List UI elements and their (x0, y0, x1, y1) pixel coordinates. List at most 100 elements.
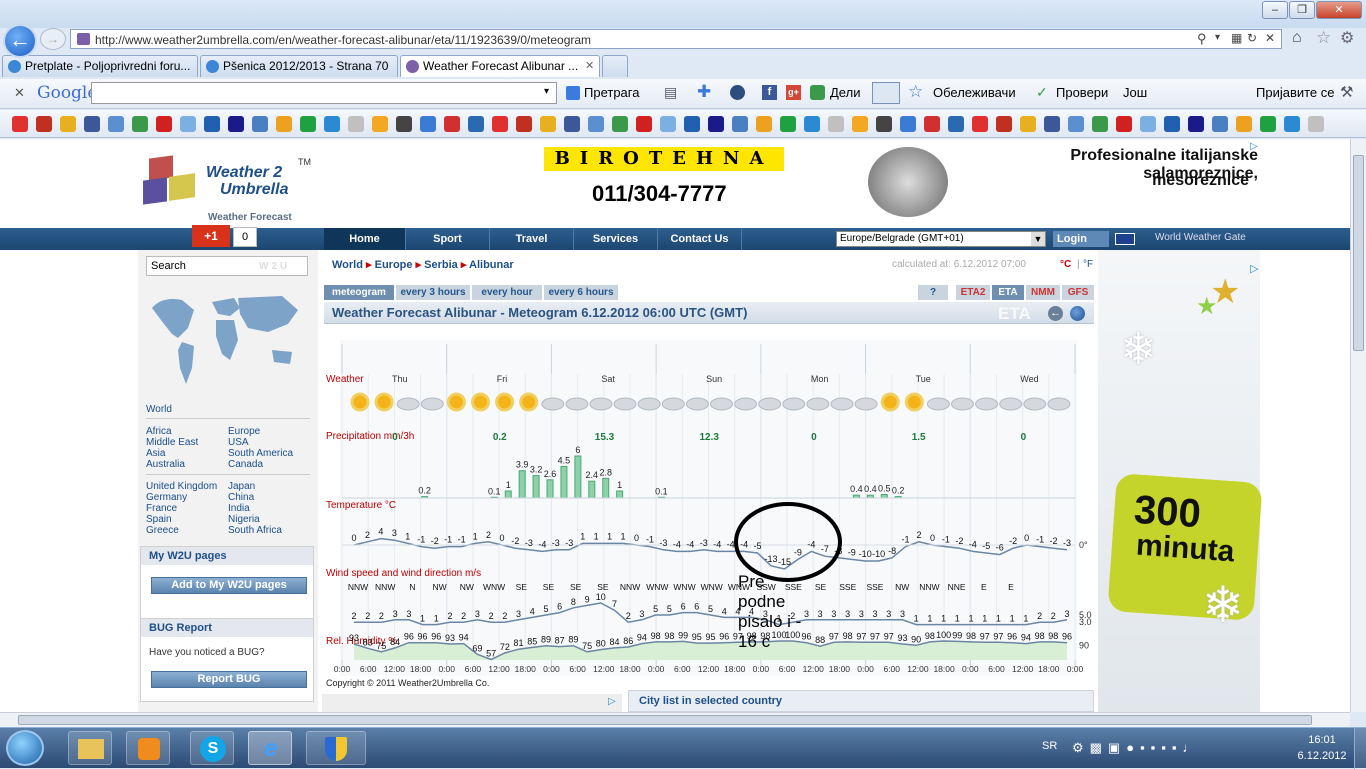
close-window-button[interactable]: ✕ (1316, 1, 1362, 19)
right-ad[interactable]: ▷ ★ ★ ❄ 300 minuta ❄ (1098, 250, 1263, 712)
region-link[interactable]: Canada (228, 459, 293, 470)
favorite-link-icon[interactable] (420, 116, 436, 132)
tray-icons[interactable]: ⚙▩▣●▪▪▪▪♩ (1072, 740, 1202, 756)
horizontal-scrollbar[interactable] (0, 712, 1350, 727)
login-button[interactable]: Login (1053, 231, 1109, 247)
w2u-search-icon[interactable]: W2U (259, 258, 290, 276)
favorite-link-icon[interactable] (1140, 116, 1156, 132)
breadcrumb-serbia[interactable]: Serbia (424, 259, 458, 271)
region-link[interactable]: Africa (146, 426, 198, 437)
country-link[interactable]: France (146, 503, 217, 514)
nav-services[interactable]: Services (574, 228, 658, 250)
language-indicator[interactable]: SR (1042, 740, 1057, 752)
favorites-star-icon[interactable]: ☆ (1316, 28, 1331, 48)
tab-nmm[interactable]: NMM (1026, 285, 1060, 300)
favorite-link-icon[interactable] (492, 116, 508, 132)
world-map-image[interactable] (142, 288, 304, 390)
nav-sport[interactable]: Sport (406, 228, 490, 250)
tab-psenica[interactable]: Pšenica 2012/2013 - Strana 70 (200, 55, 398, 77)
favorite-link-icon[interactable] (1212, 116, 1228, 132)
plus-icon[interactable]: ✚ (697, 82, 711, 102)
dropdown-chevron-icon[interactable]: ▾ (1215, 32, 1220, 43)
region-link[interactable]: South America (228, 448, 293, 459)
favorite-link-icon[interactable] (1044, 116, 1060, 132)
adchoices-icon[interactable]: ▷ (1250, 262, 1258, 275)
favorite-link-icon[interactable] (300, 116, 316, 132)
facebook-icon[interactable]: f (762, 85, 777, 100)
close-tab-icon[interactable]: ✕ (585, 56, 594, 76)
world-link[interactable]: World (146, 404, 172, 415)
dropdown-chevron-icon[interactable]: ▼ (1031, 232, 1045, 246)
globe-icon[interactable] (730, 85, 745, 100)
favorite-link-icon[interactable] (996, 116, 1012, 132)
refresh-icon[interactable]: ↻ (1247, 31, 1257, 45)
adchoices-icon[interactable]: ▷ (1250, 141, 1258, 152)
tools-gear-icon[interactable]: ⚙ (1340, 28, 1354, 48)
bottom-ad[interactable]: ▷ (322, 694, 622, 712)
google-search-input[interactable]: ▾ (91, 82, 557, 104)
breadcrumb-world[interactable]: World (332, 259, 363, 271)
favorite-link-icon[interactable] (948, 116, 964, 132)
add-w2u-pages-button[interactable]: Add to My W2U pages (151, 577, 307, 594)
toolbar-view-icon[interactable] (872, 82, 900, 104)
dropdown-chevron-icon[interactable]: ▾ (544, 86, 549, 97)
page-icon[interactable]: ▤ (664, 84, 677, 101)
favorite-link-icon[interactable] (1308, 116, 1324, 132)
country-link[interactable]: Spain (146, 514, 217, 525)
favorite-link-icon[interactable] (516, 116, 532, 132)
favorite-link-icon[interactable] (396, 116, 412, 132)
favorite-link-icon[interactable] (60, 116, 76, 132)
minimize-button[interactable]: – (1262, 1, 1288, 19)
scroll-thumb[interactable] (18, 715, 1312, 725)
favorite-link-icon[interactable] (12, 116, 28, 132)
tab-every-6-hours[interactable]: every 6 hours (544, 285, 618, 300)
region-link[interactable]: Middle East (146, 437, 198, 448)
favorite-link-icon[interactable] (972, 116, 988, 132)
breadcrumb-alibunar[interactable]: Alibunar (469, 259, 514, 271)
tab-eta[interactable]: ETA (992, 285, 1024, 300)
tab-gfs[interactable]: GFS (1062, 285, 1094, 300)
favorite-link-icon[interactable] (804, 116, 820, 132)
favorite-link-icon[interactable] (372, 116, 388, 132)
favorite-link-icon[interactable] (132, 116, 148, 132)
favorite-link-icon[interactable] (828, 116, 844, 132)
toolbar-search-button[interactable]: Претрага (584, 85, 639, 100)
forward-button[interactable]: → (40, 28, 66, 50)
uk-flag-icon[interactable] (1115, 233, 1135, 245)
favorite-link-icon[interactable] (204, 116, 220, 132)
start-button[interactable] (6, 730, 44, 766)
favorite-link-icon[interactable] (1236, 116, 1252, 132)
favorite-link-icon[interactable] (780, 116, 796, 132)
taskbar-skype[interactable]: S (190, 731, 234, 765)
favorite-link-icon[interactable] (1284, 116, 1300, 132)
toolbar-more-button[interactable]: Још (1123, 85, 1147, 100)
country-link[interactable]: Nigeria (228, 514, 282, 525)
favorite-link-icon[interactable] (588, 116, 604, 132)
country-link[interactable]: South Africa (228, 525, 282, 536)
favorite-link-icon[interactable] (756, 116, 772, 132)
country-link[interactable]: United Kingdom (146, 481, 217, 492)
tab-every-3-hours[interactable]: every 3 hours (396, 285, 470, 300)
favorite-link-icon[interactable] (252, 116, 268, 132)
favorite-link-icon[interactable] (564, 116, 580, 132)
region-link[interactable]: USA (228, 437, 293, 448)
country-link[interactable]: China (228, 492, 282, 503)
favorite-link-icon[interactable] (1020, 116, 1036, 132)
taskbar-security[interactable] (306, 731, 366, 765)
favorite-link-icon[interactable] (180, 116, 196, 132)
favorite-link-icon[interactable] (876, 116, 892, 132)
address-url[interactable]: http://www.weather2umbrella.com/en/weath… (95, 33, 591, 47)
clock-date[interactable]: 6.12.2012 (1294, 750, 1350, 762)
taskbar-media-player[interactable] (126, 731, 170, 765)
tab-meteogram[interactable]: meteogram (324, 285, 394, 300)
site-search-input[interactable]: Search W2U (146, 256, 308, 276)
breadcrumb-europe[interactable]: Europe (375, 259, 413, 271)
favorite-link-icon[interactable] (468, 116, 484, 132)
vertical-scrollbar[interactable] (1350, 139, 1366, 712)
tab-weather-forecast[interactable]: Weather Forecast Alibunar ... ✕ (400, 55, 600, 77)
toolbar-share-button[interactable]: Дели (830, 85, 860, 100)
maximize-button[interactable]: ❐ (1289, 1, 1315, 19)
favorite-link-icon[interactable] (1092, 116, 1108, 132)
favorite-link-icon[interactable] (660, 116, 676, 132)
nav-home[interactable]: Home (324, 228, 406, 250)
